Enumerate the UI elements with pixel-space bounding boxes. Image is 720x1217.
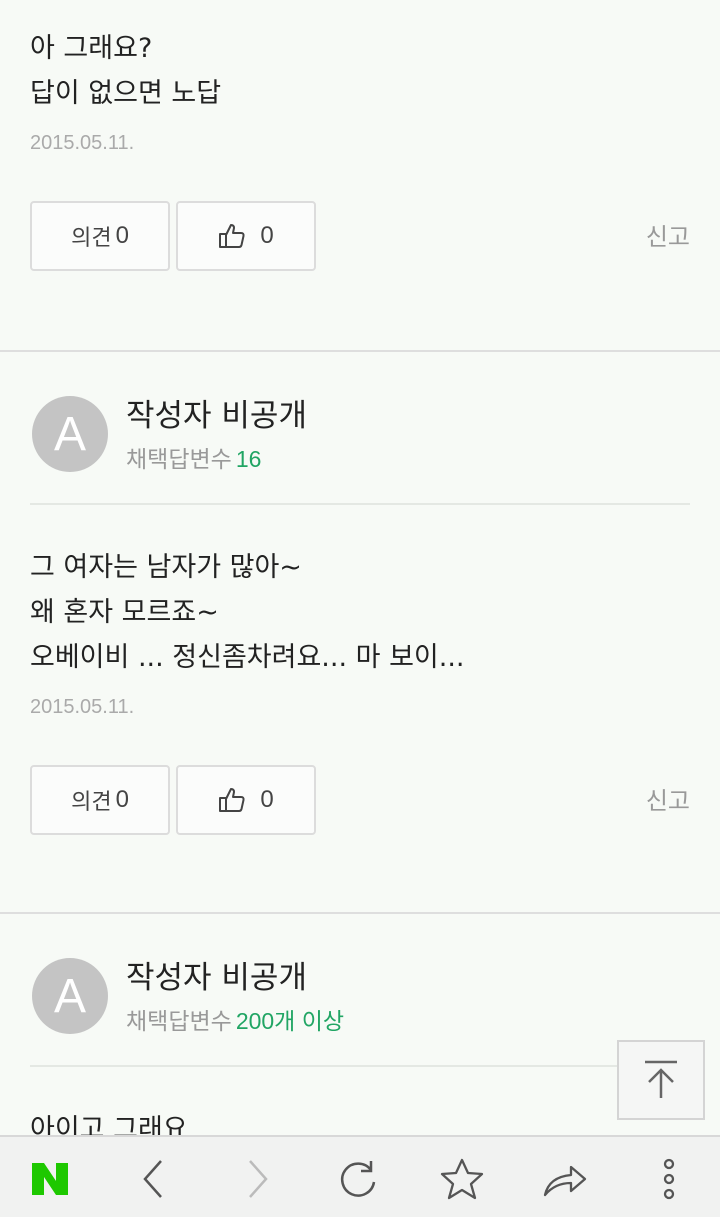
author-name: 작성자 비공개 — [126, 398, 307, 434]
scroll-to-top-button[interactable] — [617, 1040, 705, 1120]
answer-divider — [0, 350, 720, 352]
avatar: A — [32, 396, 108, 472]
answer-line: 아이고 그래요 — [30, 1114, 188, 1135]
thumbs-up-icon — [219, 788, 245, 812]
browser-toolbar — [0, 1135, 720, 1217]
answer-body: 아이고 그래요 — [30, 1107, 690, 1135]
answer-author: A 작성자 비공개 채택답변수 16 — [30, 396, 690, 506]
adopted-answers-label: 채택답변수 — [126, 1009, 232, 1035]
report-button[interactable]: 신고 — [646, 781, 690, 816]
adopted-answers-count: 200개 이상 — [235, 1008, 345, 1034]
answer-line: 오베이비 ... 정신좀차려요... 마 보이... — [30, 642, 465, 673]
forward-icon — [249, 1160, 268, 1198]
refresh-button[interactable] — [334, 1155, 382, 1203]
answer-date: 2015.05.11. — [30, 696, 135, 718]
forward-button[interactable] — [233, 1155, 281, 1203]
comment-button[interactable]: 의견 0 — [30, 765, 170, 835]
adopted-answers-count: 16 — [235, 446, 262, 472]
like-count: 0 — [260, 786, 274, 813]
answer-line: 답이 없으면 노답 — [30, 78, 222, 109]
naver-home-button[interactable] — [26, 1155, 74, 1203]
answer-item: A 작성자 비공개 채택답변수 16 그 여자는 남자가 많아~ 왜 혼자 모르죠… — [0, 396, 720, 835]
comment-button[interactable]: 의견 0 — [30, 201, 170, 271]
answer-actions: 의견 0 0 신고 — [30, 765, 690, 835]
more-menu-button[interactable] — [645, 1155, 693, 1203]
answer-line: 그 여자는 남자가 많아~ — [30, 552, 302, 583]
comment-count: 0 — [115, 786, 129, 813]
answer-line: 왜 혼자 모르죠~ — [30, 597, 219, 628]
answer-body: 그 여자는 남자가 많아~ 왜 혼자 모르죠~ 오베이비 ... 정신좀차려요.… — [30, 545, 690, 680]
answer-item: A 작성자 비공개 채택답변수 200개 이상 아이고 그래요 — [0, 958, 720, 1135]
comment-count: 0 — [115, 222, 129, 249]
thumbs-up-icon — [219, 224, 245, 248]
refresh-icon — [340, 1161, 376, 1197]
arrow-up-icon — [645, 1060, 677, 1098]
author-meta: 채택답변수 16 — [126, 440, 261, 474]
comment-label: 의견 — [71, 790, 112, 815]
answer-list: 아 그래요? 답이 없으면 노답 2015.05.11. 의견 0 0 신고 A… — [0, 0, 720, 1135]
comment-label: 의견 — [71, 226, 112, 251]
author-name: 작성자 비공개 — [126, 960, 307, 996]
answer-divider — [0, 912, 720, 914]
share-button[interactable] — [541, 1155, 589, 1203]
report-button[interactable]: 신고 — [646, 217, 690, 252]
author-meta: 채택답변수 200개 이상 — [126, 1002, 344, 1036]
bookmark-star-icon — [440, 1158, 484, 1200]
naver-logo-icon — [32, 1163, 68, 1195]
back-button[interactable] — [130, 1155, 178, 1203]
answer-item: 아 그래요? 답이 없으면 노답 2015.05.11. 의견 0 0 신고 — [0, 0, 720, 271]
answer-body: 아 그래요? 답이 없으면 노답 — [30, 26, 690, 116]
like-button[interactable]: 0 — [176, 765, 316, 835]
answer-date: 2015.05.11. — [30, 132, 135, 154]
more-vertical-icon — [663, 1158, 675, 1200]
avatar: A — [32, 958, 108, 1034]
answer-line: 아 그래요? — [30, 33, 153, 64]
back-icon — [143, 1160, 162, 1198]
answer-actions: 의견 0 0 신고 — [30, 201, 690, 271]
like-button[interactable]: 0 — [176, 201, 316, 271]
like-count: 0 — [260, 222, 274, 249]
answer-author: A 작성자 비공개 채택답변수 200개 이상 — [30, 958, 690, 1068]
adopted-answers-label: 채택답변수 — [126, 447, 232, 473]
bookmark-button[interactable] — [438, 1155, 486, 1203]
share-icon — [543, 1165, 587, 1197]
